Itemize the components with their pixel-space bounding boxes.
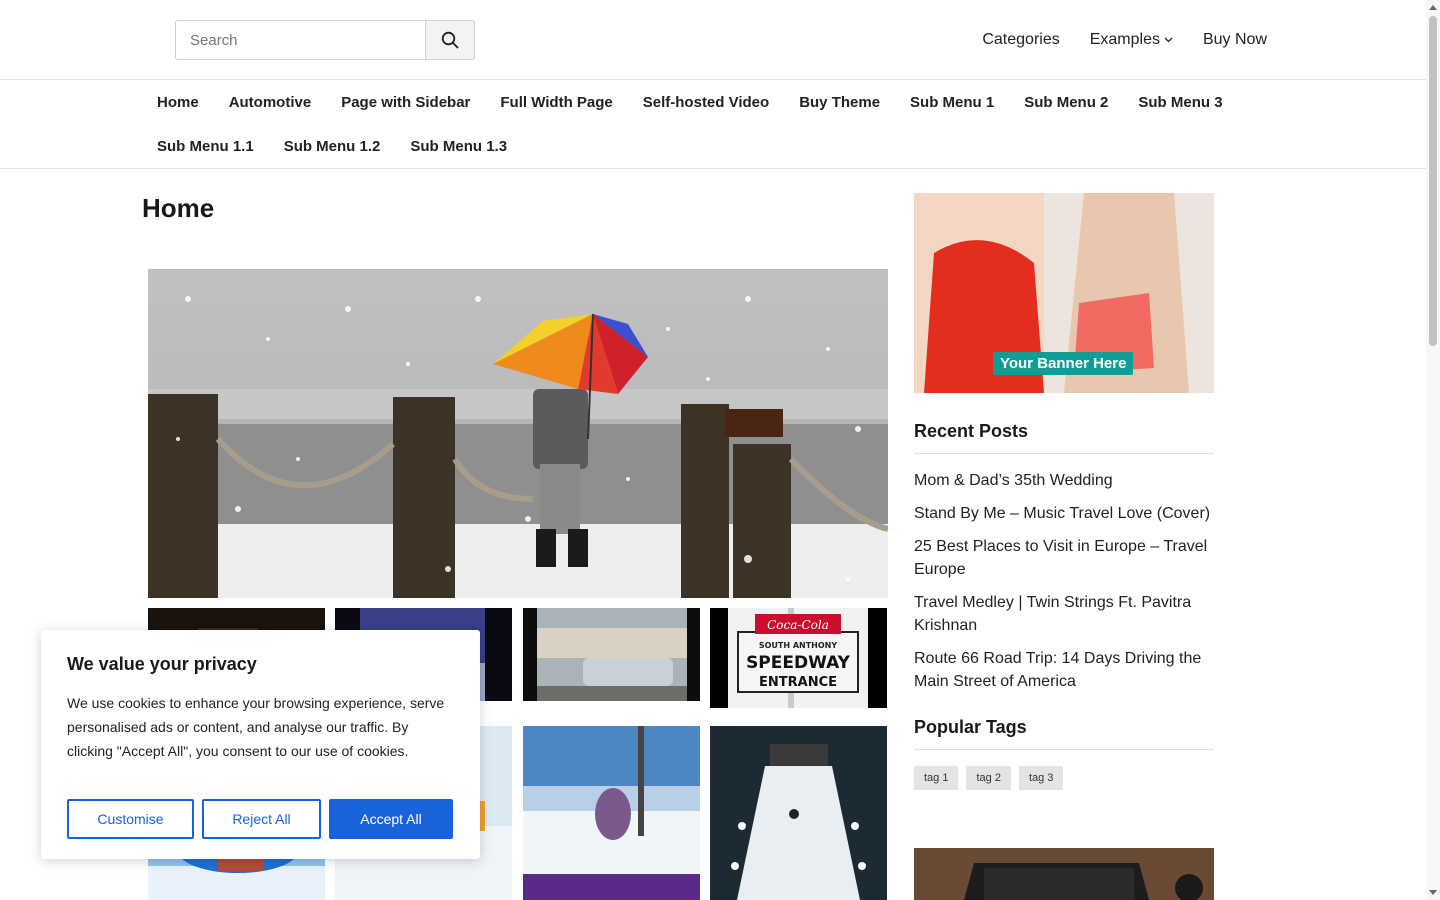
sign-line-speedway: SPEEDWAY (746, 653, 851, 673)
search-button[interactable] (425, 21, 474, 59)
nav-item-full-width-page[interactable]: Full Width Page (485, 80, 627, 124)
snow-umbrella-photo (148, 269, 888, 598)
recent-post-link[interactable]: Stand By Me – Music Travel Love (Cover) (914, 502, 1214, 525)
tag-link[interactable]: tag 3 (1018, 766, 1064, 790)
categories-link[interactable]: Categories (982, 31, 1059, 49)
page-title: Home (142, 193, 215, 223)
banner-label: Your Banner Here (993, 352, 1134, 375)
nav-item-page-with-sidebar[interactable]: Page with Sidebar (326, 80, 485, 124)
coca-cola-sign-text: Coca-Cola (767, 618, 829, 632)
scroll-down-arrow-icon[interactable] (1429, 890, 1437, 895)
tag-link[interactable]: tag 2 (966, 766, 1011, 790)
gallery-thumb[interactable] (523, 726, 700, 900)
main-navigation: Home Automotive Page with Sidebar Full W… (0, 80, 1426, 169)
customise-button[interactable]: Customise (67, 799, 194, 839)
cookie-title: We value your privacy (67, 654, 257, 674)
nav-row: Sub Menu 1.1 Sub Menu 1.2 Sub Menu 1.3 (142, 124, 522, 168)
accept-all-button[interactable]: Accept All (329, 799, 453, 839)
search-icon (441, 31, 459, 49)
nav-item-sub-menu-1[interactable]: Sub Menu 1 (895, 80, 1009, 124)
nav-item-self-hosted-video[interactable]: Self-hosted Video (628, 80, 784, 124)
recent-posts-title: Recent Posts (914, 421, 1214, 454)
ski-jump-night-photo (710, 726, 887, 900)
laptop-desk-photo (914, 848, 1214, 900)
nav-item-sub-menu-1-2[interactable]: Sub Menu 1.2 (269, 124, 396, 168)
nav-item-home[interactable]: Home (142, 80, 214, 124)
tag-list: tag 1 tag 2 tag 3 (914, 766, 1214, 790)
recent-post-link[interactable]: Mom & Dad’s 35th Wedding (914, 469, 1214, 492)
cookie-consent-dialog: We value your privacy We use cookies to … (41, 630, 480, 859)
top-links: Categories Examples Buy Now (982, 0, 1267, 80)
nav-item-sub-menu-1-3[interactable]: Sub Menu 1.3 (395, 124, 522, 168)
reject-all-button[interactable]: Reject All (202, 799, 321, 839)
recent-post-link[interactable]: Route 66 Road Trip: 14 Days Driving the … (914, 647, 1214, 693)
page-scrollbar[interactable] (1426, 0, 1440, 900)
nav-item-buy-theme[interactable]: Buy Theme (784, 80, 895, 124)
buy-now-link[interactable]: Buy Now (1203, 31, 1267, 49)
nav-row: Home Automotive Page with Sidebar Full W… (142, 80, 1238, 124)
gallery-thumb[interactable] (710, 726, 887, 900)
recent-posts-list: Mom & Dad’s 35th Wedding Stand By Me – M… (914, 469, 1214, 693)
recent-post-link[interactable]: Travel Medley | Twin Strings Ft. Pavitra… (914, 591, 1214, 637)
snowboarder-photo (523, 726, 700, 900)
nav-item-sub-menu-3[interactable]: Sub Menu 3 (1123, 80, 1237, 124)
banner-ad[interactable]: Your Banner Here (914, 193, 1214, 393)
speedway-sign-photo: Coca-Cola SOUTH ANTHONY SPEEDWAY ENTRANC… (710, 608, 887, 708)
popular-tags-title: Popular Tags (914, 717, 1214, 750)
hero-image[interactable] (148, 269, 888, 598)
scrollbar-thumb[interactable] (1429, 16, 1437, 346)
search-form (175, 20, 475, 60)
tag-link[interactable]: tag 1 (914, 766, 959, 790)
speedway-sign-thumb[interactable]: Coca-Cola SOUTH ANTHONY SPEEDWAY ENTRANC… (710, 608, 887, 708)
scroll-up-arrow-icon[interactable] (1429, 5, 1437, 10)
gallery-thumb[interactable] (523, 608, 700, 701)
chevron-down-icon (1164, 37, 1173, 43)
sign-line-entrance: ENTRANCE (759, 675, 837, 690)
popular-tags-widget: Popular Tags tag 1 tag 2 tag 3 (914, 717, 1214, 790)
cookie-text: We use cookies to enhance your browsing … (67, 695, 445, 759)
cookie-buttons: Customise Reject All Accept All (67, 799, 453, 839)
nav-item-automotive[interactable]: Automotive (214, 80, 327, 124)
top-header: Categories Examples Buy Now (0, 0, 1426, 80)
sign-line-south-anthony: SOUTH ANTHONY (759, 641, 838, 650)
examples-link[interactable]: Examples (1090, 31, 1173, 49)
sidebar: Your Banner Here Recent Posts Mom & Dad’… (914, 193, 1214, 790)
sidebar-image[interactable] (914, 848, 1214, 900)
search-input[interactable] (176, 21, 425, 59)
nav-item-sub-menu-2[interactable]: Sub Menu 2 (1009, 80, 1123, 124)
recent-posts-widget: Recent Posts Mom & Dad’s 35th Wedding St… (914, 421, 1214, 693)
nav-item-sub-menu-1-1[interactable]: Sub Menu 1.1 (142, 124, 269, 168)
vintage-car-photo (523, 608, 700, 701)
recent-post-link[interactable]: 25 Best Places to Visit in Europe – Trav… (914, 535, 1214, 581)
